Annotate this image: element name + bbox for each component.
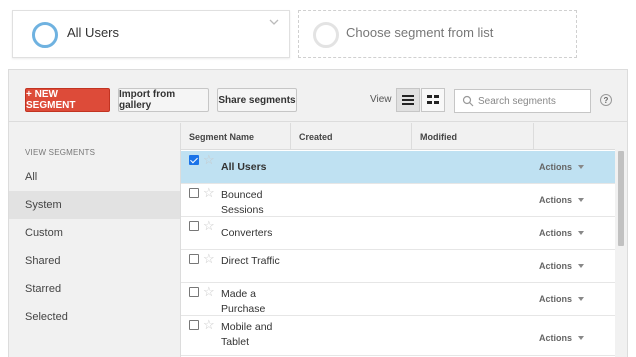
column-created[interactable]: Created	[290, 123, 411, 150]
segment-panel: + NEW SEGMENT Import from gallery Share …	[8, 69, 628, 357]
actions-label: Actions	[539, 333, 573, 343]
star-icon[interactable]: ☆	[203, 252, 215, 266]
actions-dropdown[interactable]: Actions	[539, 261, 585, 271]
table-row[interactable]: ☆ Direct Traffic Actions	[181, 250, 616, 283]
row-checkbox[interactable]	[189, 188, 199, 198]
search-segments-box[interactable]	[454, 89, 591, 113]
row-checkbox[interactable]	[189, 320, 199, 330]
star-icon[interactable]: ☆	[203, 285, 215, 299]
actions-label: Actions	[539, 162, 573, 172]
segments-table: Segment Name Created Modified ☆ All User…	[180, 123, 616, 357]
actions-dropdown[interactable]: Actions	[539, 195, 585, 205]
row-checkbox[interactable]	[189, 287, 199, 297]
segment-name: All Users	[221, 161, 267, 173]
star-icon[interactable]: ☆	[203, 219, 215, 233]
caret-down-icon	[578, 297, 585, 301]
actions-dropdown[interactable]: Actions	[539, 333, 585, 343]
sidebar-item-starred[interactable]: Starred	[9, 275, 180, 303]
view-label: View	[370, 94, 392, 105]
new-segment-button[interactable]: + NEW SEGMENT	[25, 88, 110, 112]
row-checkbox[interactable]	[189, 254, 199, 264]
empty-segment-label: Choose segment from list	[346, 25, 494, 40]
view-segments-heading: VIEW SEGMENTS	[25, 148, 96, 157]
segment-name: Bounced Sessions	[221, 189, 264, 216]
table-scrollbar[interactable]	[615, 151, 627, 357]
row-checkbox[interactable]	[189, 155, 199, 165]
sidebar-item-system[interactable]: System	[9, 191, 180, 219]
column-modified[interactable]: Modified	[411, 123, 533, 150]
table-row[interactable]: ☆ Mobile and Tablet Actions	[181, 316, 616, 356]
column-segment-name[interactable]: Segment Name	[181, 123, 290, 150]
scrollbar-thumb[interactable]	[618, 151, 624, 246]
segment-name: Mobile and Tablet	[221, 321, 273, 348]
grid-icon	[427, 95, 439, 104]
list-view-button[interactable]	[396, 88, 420, 112]
star-icon[interactable]: ☆	[203, 153, 215, 167]
help-icon[interactable]: ?	[600, 94, 612, 106]
sidebar-item-all[interactable]: All	[9, 163, 180, 191]
table-row[interactable]: ☆ Bounced Sessions Actions	[181, 184, 616, 217]
caret-down-icon	[578, 231, 585, 235]
segment-filter-sidebar: VIEW SEGMENTS All System Custom Shared S…	[9, 123, 180, 357]
actions-label: Actions	[539, 195, 573, 205]
segment-name: Made a Purchase	[221, 288, 266, 315]
actions-label: Actions	[539, 261, 573, 271]
table-row[interactable]: ☆ All Users Actions	[181, 151, 616, 184]
actions-label: Actions	[539, 294, 573, 304]
search-icon	[462, 95, 474, 107]
active-segment-card[interactable]: All Users	[12, 10, 290, 58]
sidebar-item-selected[interactable]: Selected	[9, 303, 180, 331]
active-segment-label: All Users	[67, 25, 120, 40]
table-row[interactable]: ☆ Converters Actions	[181, 217, 616, 250]
caret-down-icon	[578, 264, 585, 268]
empty-segment-slot[interactable]: Choose segment from list	[298, 10, 577, 58]
caret-down-icon	[578, 165, 585, 169]
chevron-down-icon[interactable]	[267, 15, 281, 29]
actions-dropdown[interactable]: Actions	[539, 294, 585, 304]
segment-toolbar: + NEW SEGMENT Import from gallery Share …	[9, 70, 627, 122]
list-icon	[402, 95, 414, 105]
table-row[interactable]: ☆ Made a Purchase Actions	[181, 283, 616, 316]
caret-down-icon	[578, 336, 585, 340]
star-icon[interactable]: ☆	[203, 186, 215, 200]
segment-name: Converters	[221, 227, 273, 239]
empty-segment-ring	[313, 22, 339, 48]
table-header: Segment Name Created Modified	[181, 123, 615, 150]
star-icon[interactable]: ☆	[203, 318, 215, 332]
sidebar-item-shared[interactable]: Shared	[9, 247, 180, 275]
segment-color-ring	[32, 22, 58, 48]
import-from-gallery-button[interactable]: Import from gallery	[118, 88, 209, 112]
grid-view-button[interactable]	[421, 88, 445, 112]
search-segments-input[interactable]	[478, 93, 586, 109]
actions-label: Actions	[539, 228, 573, 238]
share-segments-button[interactable]: Share segments	[217, 88, 297, 112]
column-actions	[533, 123, 616, 150]
segment-name: Direct Traffic	[221, 255, 280, 267]
actions-dropdown[interactable]: Actions	[539, 162, 585, 172]
sidebar-item-custom[interactable]: Custom	[9, 219, 180, 247]
actions-dropdown[interactable]: Actions	[539, 228, 585, 238]
caret-down-icon	[578, 198, 585, 202]
row-checkbox[interactable]	[189, 221, 199, 231]
